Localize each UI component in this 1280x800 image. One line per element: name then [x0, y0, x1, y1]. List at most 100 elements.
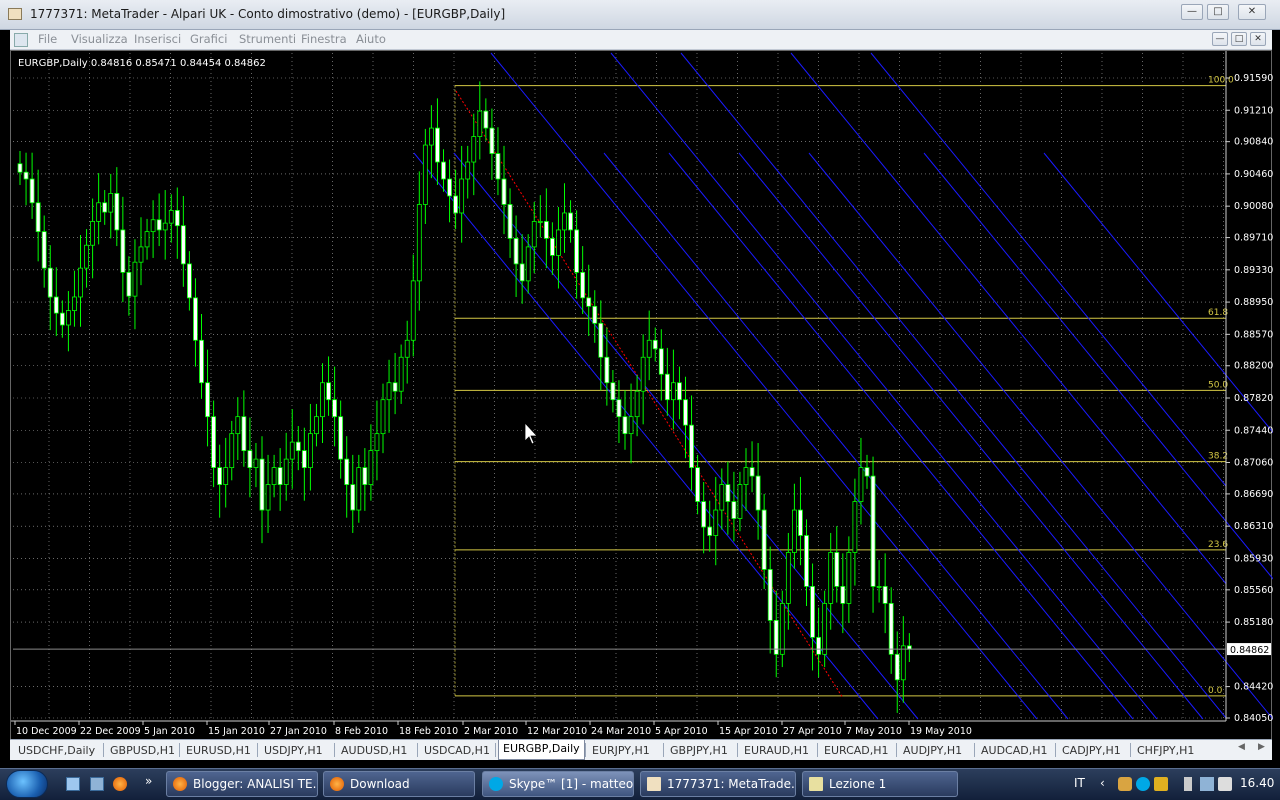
battery-icon[interactable]: [1184, 777, 1192, 791]
date-label: 22 Dec 2009: [80, 726, 141, 737]
candle-body: [180, 225, 186, 265]
candle-body: [834, 552, 840, 587]
clock[interactable]: 16.40: [1240, 776, 1274, 790]
tab-separator: [737, 743, 738, 757]
tab-scroll-right-icon[interactable]: ▶: [1258, 742, 1265, 752]
price-label: 0.90080: [1234, 201, 1273, 212]
show-desktop-icon[interactable]: [66, 777, 80, 791]
tray-app-icon[interactable]: [1154, 777, 1168, 791]
child-restore-button[interactable]: □: [1231, 32, 1247, 46]
candle-body: [525, 246, 531, 282]
date-label: 15 Apr 2010: [719, 726, 778, 737]
tab-usdchf-daily[interactable]: USDCHF,Daily: [14, 742, 99, 760]
date-label: 24 Mar 2010: [591, 726, 651, 737]
candle-body: [186, 263, 192, 299]
tray-expand-icon[interactable]: ‹: [1100, 776, 1105, 790]
taskbar-download[interactable]: Download: [323, 771, 475, 797]
skype-tray-icon[interactable]: [1136, 777, 1150, 791]
date-label: 12 Mar 2010: [527, 726, 587, 737]
candle-body: [622, 416, 628, 435]
window-titlebar[interactable]: 1777371: MetaTrader - Alpari UK - Conto …: [0, 0, 1280, 30]
candle-body: [205, 382, 210, 418]
menu-insert[interactable]: Inserisci: [134, 32, 181, 46]
menu-view[interactable]: Visualizza: [71, 32, 128, 46]
maximize-button[interactable]: □: [1207, 4, 1229, 20]
candle-body: [870, 475, 876, 587]
tab-cadjpy-h1[interactable]: CADJPY,H1: [1058, 742, 1125, 760]
menu-charts[interactable]: Grafici: [190, 32, 227, 46]
candle-body: [380, 399, 386, 435]
candle-body: [150, 219, 156, 233]
candle-body: [664, 373, 670, 401]
tab-eurcad-h1[interactable]: EURCAD,H1: [820, 742, 893, 760]
chart-canvas[interactable]: 100.0 61.8 50.0 38.2 23.6 0.0 0.91590 0.91210 0…: [11, 51, 1280, 741]
child-minimize-button[interactable]: —: [1212, 32, 1228, 46]
tab-audjpy-h1[interactable]: AUDJPY,H1: [899, 742, 966, 760]
fib-level-label: 61.8: [1208, 308, 1228, 318]
date-label: 27 Apr 2010: [783, 726, 842, 737]
candle-body: [767, 569, 773, 621]
candle-body: [199, 339, 204, 384]
quicklaunch-more-icon[interactable]: »: [145, 774, 152, 788]
network-icon[interactable]: [1200, 777, 1214, 791]
switch-windows-icon[interactable]: [90, 777, 104, 791]
candle-body: [477, 110, 483, 137]
candle-body: [66, 310, 71, 326]
candle-body: [301, 450, 307, 469]
tab-eurjpy-h1[interactable]: EURJPY,H1: [588, 742, 654, 760]
candle-body: [671, 382, 676, 401]
tab-gbpusd-h1[interactable]: GBPUSD,H1: [106, 742, 179, 760]
candle-body: [743, 467, 749, 485]
price-chart[interactable]: 100.0 61.8 50.0 38.2 23.6 0.0 0.91590 0.91210 0…: [10, 50, 1280, 741]
channel-line: [808, 152, 1274, 720]
candle-body: [779, 603, 785, 655]
candle-body: [350, 484, 356, 511]
candle-body: [29, 178, 35, 204]
candle-body: [550, 238, 555, 256]
menu-file[interactable]: File: [38, 32, 57, 46]
tab-separator: [1055, 743, 1056, 757]
channel-line: [680, 52, 1227, 719]
minimize-button[interactable]: —: [1181, 4, 1203, 20]
taskbar-skype[interactable]: Skype™ [1] - matteo...: [482, 771, 634, 797]
fib-level-label: 50.0: [1208, 380, 1228, 390]
tab-audcad-h1[interactable]: AUDCAD,H1: [977, 742, 1052, 760]
taskbar-blogger[interactable]: Blogger: ANALISI TE...: [166, 771, 318, 797]
child-close-button[interactable]: ✕: [1250, 32, 1266, 46]
taskbar-lezione[interactable]: Lezione 1: [802, 771, 958, 797]
tab-chfjpy-h1[interactable]: CHFJPY,H1: [1133, 742, 1198, 760]
tray-app-icon[interactable]: [1118, 777, 1132, 791]
app-icon: [8, 8, 22, 20]
menu-help[interactable]: Aiuto: [356, 32, 386, 46]
candle-body: [229, 433, 235, 469]
tab-gbpjpy-h1[interactable]: GBPJPY,H1: [666, 742, 732, 760]
candle-body: [749, 467, 755, 477]
candle-body: [295, 441, 301, 452]
volume-icon[interactable]: [1218, 777, 1232, 791]
candle-body: [114, 193, 120, 231]
candle-body: [683, 399, 688, 426]
taskbar-metatrader[interactable]: 1777371: MetaTrade...: [640, 771, 796, 797]
firefox-icon[interactable]: [113, 777, 127, 791]
candle-body: [483, 110, 489, 129]
close-button[interactable]: ✕: [1238, 4, 1266, 20]
candle-body: [108, 193, 114, 213]
candle-body: [634, 390, 640, 418]
candle-body: [271, 467, 277, 485]
candle-body: [876, 586, 882, 588]
tab-euraud-h1[interactable]: EURAUD,H1: [740, 742, 813, 760]
candle-body: [35, 202, 41, 233]
menu-tools[interactable]: Strumenti: [239, 32, 296, 46]
tab-eurusd-h1[interactable]: EURUSD,H1: [182, 742, 255, 760]
tab-scroll-left-icon[interactable]: ◀: [1238, 742, 1245, 752]
tab-audusd-h1[interactable]: AUDUSD,H1: [337, 742, 411, 760]
menu-window[interactable]: Finestra: [301, 32, 347, 46]
date-label: 7 May 2010: [846, 726, 902, 737]
start-button[interactable]: [6, 770, 48, 798]
tab-usdjpy-h1[interactable]: USDJPY,H1: [260, 742, 327, 760]
tab-usdcad-h1[interactable]: USDCAD,H1: [420, 742, 494, 760]
language-indicator[interactable]: IT: [1074, 776, 1085, 790]
candle-body: [362, 467, 368, 485]
tab-eurgbp-daily[interactable]: EURGBP,Daily: [498, 740, 585, 760]
tab-separator: [103, 743, 104, 757]
